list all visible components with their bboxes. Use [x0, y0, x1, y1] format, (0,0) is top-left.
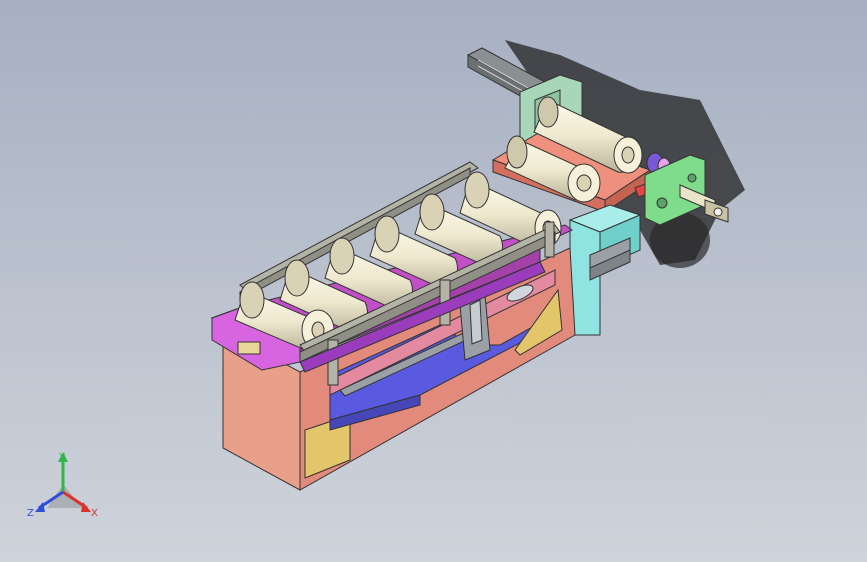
cad-viewport[interactable]: Y X Z	[0, 0, 867, 562]
axis-triad: Y X Z	[27, 452, 98, 519]
x-axis-label: X	[91, 508, 98, 519]
rail-bracket-3	[544, 221, 555, 258]
triad-base	[47, 484, 83, 508]
cad-assembly-model[interactable]	[0, 0, 867, 562]
z-axis-label: Z	[27, 508, 34, 519]
front-label-plate	[237, 341, 261, 355]
y-axis-label: Y	[58, 452, 66, 463]
